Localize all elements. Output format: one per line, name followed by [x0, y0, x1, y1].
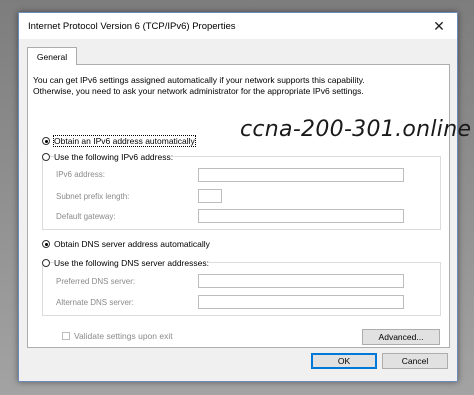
close-icon: ✕: [433, 17, 445, 34]
general-panel: You can get IPv6 settings assigned autom…: [27, 64, 471, 348]
obtain-dns-auto-option[interactable]: Obtain DNS server address automatically: [42, 239, 210, 249]
cancel-button[interactable]: Cancel: [382, 353, 448, 369]
advanced-button[interactable]: Advanced...: [362, 329, 440, 345]
obtain-ipv6-auto-label: Obtain an IPv6 address automatically: [53, 135, 196, 147]
screenshot-frame: Internet Protocol Version 6 (TCP/IPv6) P…: [0, 0, 474, 395]
preferred-dns-input[interactable]: [198, 274, 404, 288]
tab-general-label: General: [36, 51, 68, 62]
use-following-ipv6-label: Use the following IPv6 address:: [54, 152, 174, 162]
validate-settings-checkbox[interactable]: [62, 332, 70, 340]
intro-text: You can get IPv6 settings assigned autom…: [33, 75, 365, 97]
alternate-dns-label: Alternate DNS server:: [56, 298, 134, 307]
preferred-dns-label: Preferred DNS server:: [56, 277, 136, 286]
obtain-dns-auto-radio[interactable]: [42, 240, 50, 248]
tab-general[interactable]: General: [27, 47, 77, 65]
close-button[interactable]: ✕: [421, 13, 457, 39]
watermark-text: ccna-200-301.online: [240, 117, 472, 142]
subnet-prefix-input[interactable]: [198, 189, 222, 203]
ipv6-properties-dialog: Internet Protocol Version 6 (TCP/IPv6) P…: [18, 12, 471, 382]
intro-line-1: You can get IPv6 settings assigned autom…: [33, 75, 365, 85]
validate-settings-label: Validate settings upon exit: [74, 331, 173, 341]
use-following-dns-radio[interactable]: [42, 259, 50, 267]
obtain-ipv6-auto-radio[interactable]: [42, 137, 50, 145]
title-bar: Internet Protocol Version 6 (TCP/IPv6) P…: [19, 13, 457, 39]
ipv6-address-input[interactable]: [198, 168, 404, 182]
obtain-ipv6-auto-option[interactable]: Obtain an IPv6 address automatically: [42, 135, 196, 147]
alternate-dns-input[interactable]: [198, 295, 404, 309]
default-gateway-label: Default gateway:: [56, 212, 116, 221]
use-following-dns-option[interactable]: Use the following DNS server addresses:: [42, 258, 209, 268]
default-gateway-input[interactable]: [198, 209, 404, 223]
ipv6-address-label: IPv6 address:: [56, 170, 105, 179]
window-title: Internet Protocol Version 6 (TCP/IPv6) P…: [28, 21, 236, 32]
subnet-prefix-label: Subnet prefix length:: [56, 192, 130, 201]
use-following-ipv6-option[interactable]: Use the following IPv6 address:: [42, 152, 174, 162]
ok-button[interactable]: OK: [311, 353, 377, 369]
obtain-dns-auto-label: Obtain DNS server address automatically: [54, 239, 210, 249]
use-following-ipv6-radio[interactable]: [42, 153, 50, 161]
intro-line-2: Otherwise, you need to ask your network …: [33, 86, 364, 96]
use-following-dns-label: Use the following DNS server addresses:: [54, 258, 209, 268]
validate-settings-option[interactable]: Validate settings upon exit: [62, 331, 173, 341]
